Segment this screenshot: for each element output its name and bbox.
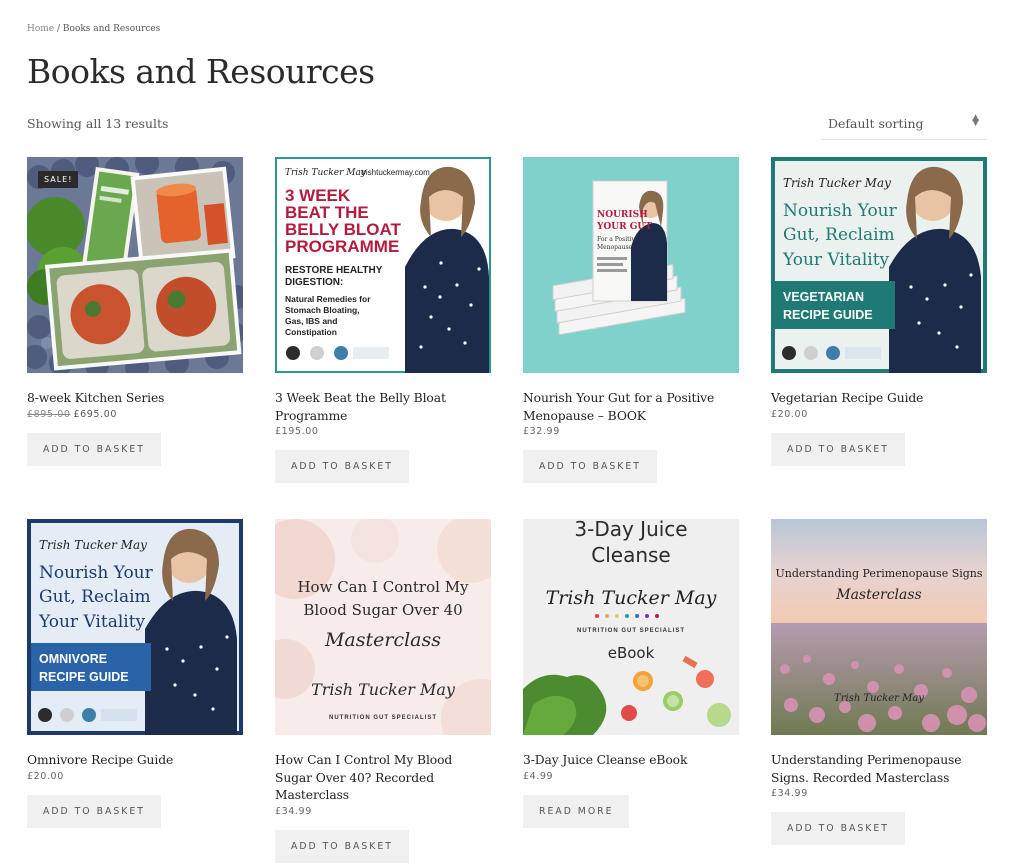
product-image[interactable]: NOURISH YOUR GUT For a Positive Menopaus…	[523, 157, 739, 373]
image-brand: Trish Tucker May	[783, 176, 891, 190]
image-book-title: NOURISH	[597, 210, 648, 220]
product-image[interactable]: 3-Day Juice Cleanse Trish Tucker May NUT…	[523, 519, 739, 735]
image-url: trishtuckermay.com	[361, 168, 430, 177]
product-old-price: £895.00	[27, 408, 71, 420]
product-image[interactable]: Trish Tucker May Nourish Your Gut, Recla…	[771, 157, 987, 373]
image-book-subtitle: Menopause	[597, 244, 633, 251]
image-brand: Trish Tucker May	[546, 587, 717, 609]
image-brand: Trish Tucker May	[311, 680, 456, 699]
add-to-basket-button[interactable]: ADD TO BASKET	[275, 829, 409, 863]
add-to-basket-button[interactable]: ADD TO BASKET	[275, 450, 409, 483]
breadcrumb-home-link[interactable]: Home	[27, 24, 54, 34]
image-headline: Gut, Reclaim	[783, 225, 895, 245]
product-image[interactable]: Trish Tucker May Nourish Your Gut, Recla…	[27, 519, 243, 735]
product-image[interactable]: How Can I Control My Blood Sugar Over 40…	[275, 519, 491, 735]
image-headline: Gut, Reclaim	[39, 587, 151, 607]
product-title[interactable]: Understanding Perimenopause Signs. Recor…	[771, 752, 987, 787]
shop-page: Home / Books and Resources Books and Res…	[0, 0, 1013, 867]
product-image[interactable]: SALE!	[27, 157, 243, 373]
product-card: How Can I Control My Blood Sugar Over 40…	[275, 519, 491, 863]
product-price: £34.99	[771, 788, 808, 799]
add-to-basket-button[interactable]: ADD TO BASKET	[771, 432, 905, 466]
image-subheading: Masterclass	[324, 629, 441, 651]
result-count: Showing all 13 results	[27, 116, 169, 131]
sale-badge: SALE!	[38, 171, 79, 188]
sort-select[interactable]: Default sorting ▲ ▼	[821, 111, 987, 140]
product-price: £20.00	[27, 770, 64, 782]
product-title[interactable]: 8-week Kitchen Series	[27, 390, 243, 408]
image-brand: Trish Tucker May	[834, 693, 924, 704]
image-brand: Trish Tucker May	[39, 538, 147, 552]
image-book-subtitle: For a Positive	[597, 236, 639, 243]
image-headline: Nourish Your	[783, 201, 898, 221]
image-headline: Cleanse	[591, 543, 670, 567]
add-to-basket-button[interactable]: ADD TO BASKET	[27, 794, 161, 828]
product-card: NOURISH YOUR GUT For a Positive Menopaus…	[523, 157, 739, 483]
sort-arrows-icon: ▲ ▼	[972, 113, 979, 128]
image-headline: Understanding Perimenopause Signs	[775, 567, 982, 580]
image-subtitle: DIGESTION:	[285, 277, 343, 288]
product-title[interactable]: Nourish Your Gut for a Positive Menopaus…	[523, 390, 739, 425]
image-headline: Your Vitality	[38, 612, 146, 632]
add-to-basket-button[interactable]: ADD TO BASKET	[771, 812, 905, 845]
image-headline: 3-Day Juice	[574, 519, 687, 541]
image-subheading: Masterclass	[835, 587, 922, 603]
image-headline: Nourish Your	[39, 563, 154, 583]
read-more-button[interactable]: READ MORE	[523, 794, 630, 828]
breadcrumb: Home / Books and Resources	[27, 24, 160, 34]
product-price: £20.00	[771, 408, 808, 420]
image-book-title: YOUR GUT	[596, 222, 652, 232]
product-price: £32.99	[523, 426, 560, 437]
image-banner: OMNIVORE	[39, 652, 107, 666]
product-card: 3-Day Juice Cleanse Trish Tucker May NUT…	[523, 519, 739, 828]
product-price: £195.00	[275, 426, 319, 437]
image-banner: RECIPE GUIDE	[783, 308, 873, 322]
add-to-basket-button[interactable]: ADD TO BASKET	[523, 450, 657, 483]
product-title[interactable]: How Can I Control My Blood Sugar Over 40…	[275, 752, 491, 805]
image-description: Stomach Bloating,	[285, 305, 360, 315]
breadcrumb-current: Books and Resources	[62, 24, 161, 34]
product-image[interactable]: Trish Tucker May trishtuckermay.com 3 WE…	[275, 157, 491, 373]
product-card: Trish Tucker May trishtuckermay.com 3 WE…	[275, 157, 491, 483]
image-banner: RECIPE GUIDE	[39, 670, 129, 684]
image-subtitle: RESTORE HEALTHY	[285, 265, 383, 276]
image-subheading: eBook	[608, 644, 655, 662]
image-description: Constipation	[285, 327, 337, 337]
image-description: Gas, IBS and	[285, 316, 337, 326]
product-image[interactable]: Understanding Perimenopause Signs Master…	[771, 519, 987, 735]
product-card: Trish Tucker May Nourish Your Gut, Recla…	[27, 519, 243, 828]
product-price: £4.99	[523, 770, 554, 782]
image-brand: Trish Tucker May	[285, 168, 367, 178]
sort-selected-value: Default sorting	[828, 116, 924, 131]
product-title[interactable]: 3 Week Beat the Belly Bloat Programme	[275, 390, 491, 425]
image-tagline: NUTRITION GUT SPECIALIST	[577, 628, 685, 634]
image-headline: PROGRAMME	[285, 237, 399, 256]
product-title[interactable]: Omnivore Recipe Guide	[27, 752, 243, 770]
image-tagline: NUTRITION GUT SPECIALIST	[329, 715, 437, 721]
product-card: Trish Tucker May Nourish Your Gut, Recla…	[771, 157, 987, 466]
product-title[interactable]: 3-Day Juice Cleanse eBook	[523, 752, 739, 770]
image-headline: Blood Sugar Over 40	[303, 601, 462, 619]
page-title: Books and Resources	[27, 52, 375, 91]
product-card: Understanding Perimenopause Signs Master…	[771, 519, 987, 845]
product-price: £34.99	[275, 805, 312, 817]
product-sale-price: £695.00	[73, 408, 117, 420]
product-price: £895.00 £695.00	[27, 409, 243, 420]
breadcrumb-separator: /	[54, 24, 63, 34]
product-card: SALE! 8-week Kitchen Series £895.00 £695.…	[27, 157, 243, 466]
product-title[interactable]: Vegetarian Recipe Guide	[771, 390, 987, 408]
image-banner: VEGETARIAN	[783, 290, 864, 304]
image-headline: Your Vitality	[782, 250, 890, 270]
image-headline: How Can I Control My	[297, 578, 469, 596]
image-description: Natural Remedies for	[285, 294, 371, 304]
add-to-basket-button[interactable]: ADD TO BASKET	[27, 432, 161, 466]
